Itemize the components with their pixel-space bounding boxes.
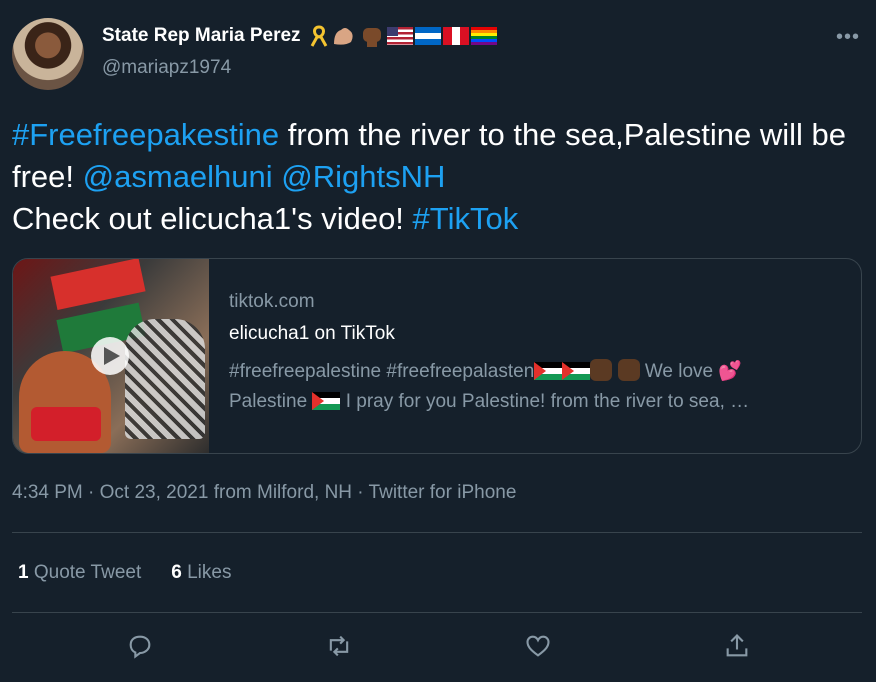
flexed-biceps-icon bbox=[333, 28, 353, 45]
tweet-actions bbox=[0, 626, 876, 666]
mention-asmaelhuni[interactable]: @asmaelhuni bbox=[83, 159, 273, 194]
palestine-flag-icon bbox=[534, 362, 563, 380]
author-name-row: State Rep Maria Perez bbox=[102, 24, 497, 48]
us-flag-icon bbox=[386, 27, 413, 45]
link-preview-card[interactable]: tiktok.com elicucha1 on TikTok #freefree… bbox=[12, 258, 862, 454]
palestine-flag-icon bbox=[312, 392, 341, 410]
mention-rightsnh[interactable]: @RightsNH bbox=[281, 159, 445, 194]
card-domain: tiktok.com bbox=[229, 291, 315, 312]
like-heart-icon[interactable] bbox=[518, 626, 558, 666]
play-icon[interactable] bbox=[91, 337, 129, 375]
ribbon-emoji-icon bbox=[310, 25, 327, 47]
rainbow-flag-icon bbox=[470, 27, 497, 45]
palestine-flag-icon bbox=[562, 362, 591, 380]
raised-fist-icon bbox=[617, 359, 640, 381]
card-description: #freefreepalestine #freefreepalasten We … bbox=[229, 359, 750, 412]
name-emojis bbox=[309, 24, 497, 48]
tweet-stats: 1 Quote Tweet 6 Likes bbox=[18, 562, 231, 584]
card-body: tiktok.com elicucha1 on TikTok #freefree… bbox=[209, 259, 861, 453]
retweet-icon[interactable] bbox=[319, 626, 359, 666]
likes-stat[interactable]: 6 Likes bbox=[171, 562, 231, 584]
author-avatar[interactable] bbox=[12, 18, 84, 90]
card-title: elicucha1 on TikTok bbox=[229, 323, 395, 344]
nicaragua-flag-icon bbox=[414, 27, 441, 45]
author-name[interactable]: State Rep Maria Perez bbox=[102, 25, 301, 47]
two-hearts-icon: 💕 bbox=[718, 361, 743, 382]
raised-fist-icon bbox=[362, 28, 381, 47]
divider bbox=[12, 612, 862, 613]
tweet-text: #Freefreepakestine from the river to the… bbox=[12, 114, 862, 240]
video-thumbnail[interactable] bbox=[13, 259, 209, 453]
raised-fist-icon bbox=[590, 359, 613, 381]
more-options-icon[interactable]: ••• bbox=[836, 26, 860, 49]
hashtag-freefreepakestine[interactable]: #Freefreepakestine bbox=[12, 117, 279, 152]
reply-icon[interactable] bbox=[120, 626, 160, 666]
divider bbox=[12, 532, 862, 533]
tweet-text-segment: Check out elicucha1's video! bbox=[12, 201, 413, 236]
tweet-timestamp[interactable]: 4:34 PM · Oct 23, 2021 from Milford, NH … bbox=[12, 482, 516, 504]
hashtag-tiktok[interactable]: #TikTok bbox=[413, 201, 519, 236]
quote-tweet-stat[interactable]: 1 Quote Tweet bbox=[18, 562, 141, 584]
author-handle[interactable]: @mariapz1974 bbox=[102, 57, 231, 79]
peru-flag-icon bbox=[442, 27, 469, 45]
share-icon[interactable] bbox=[717, 626, 757, 666]
